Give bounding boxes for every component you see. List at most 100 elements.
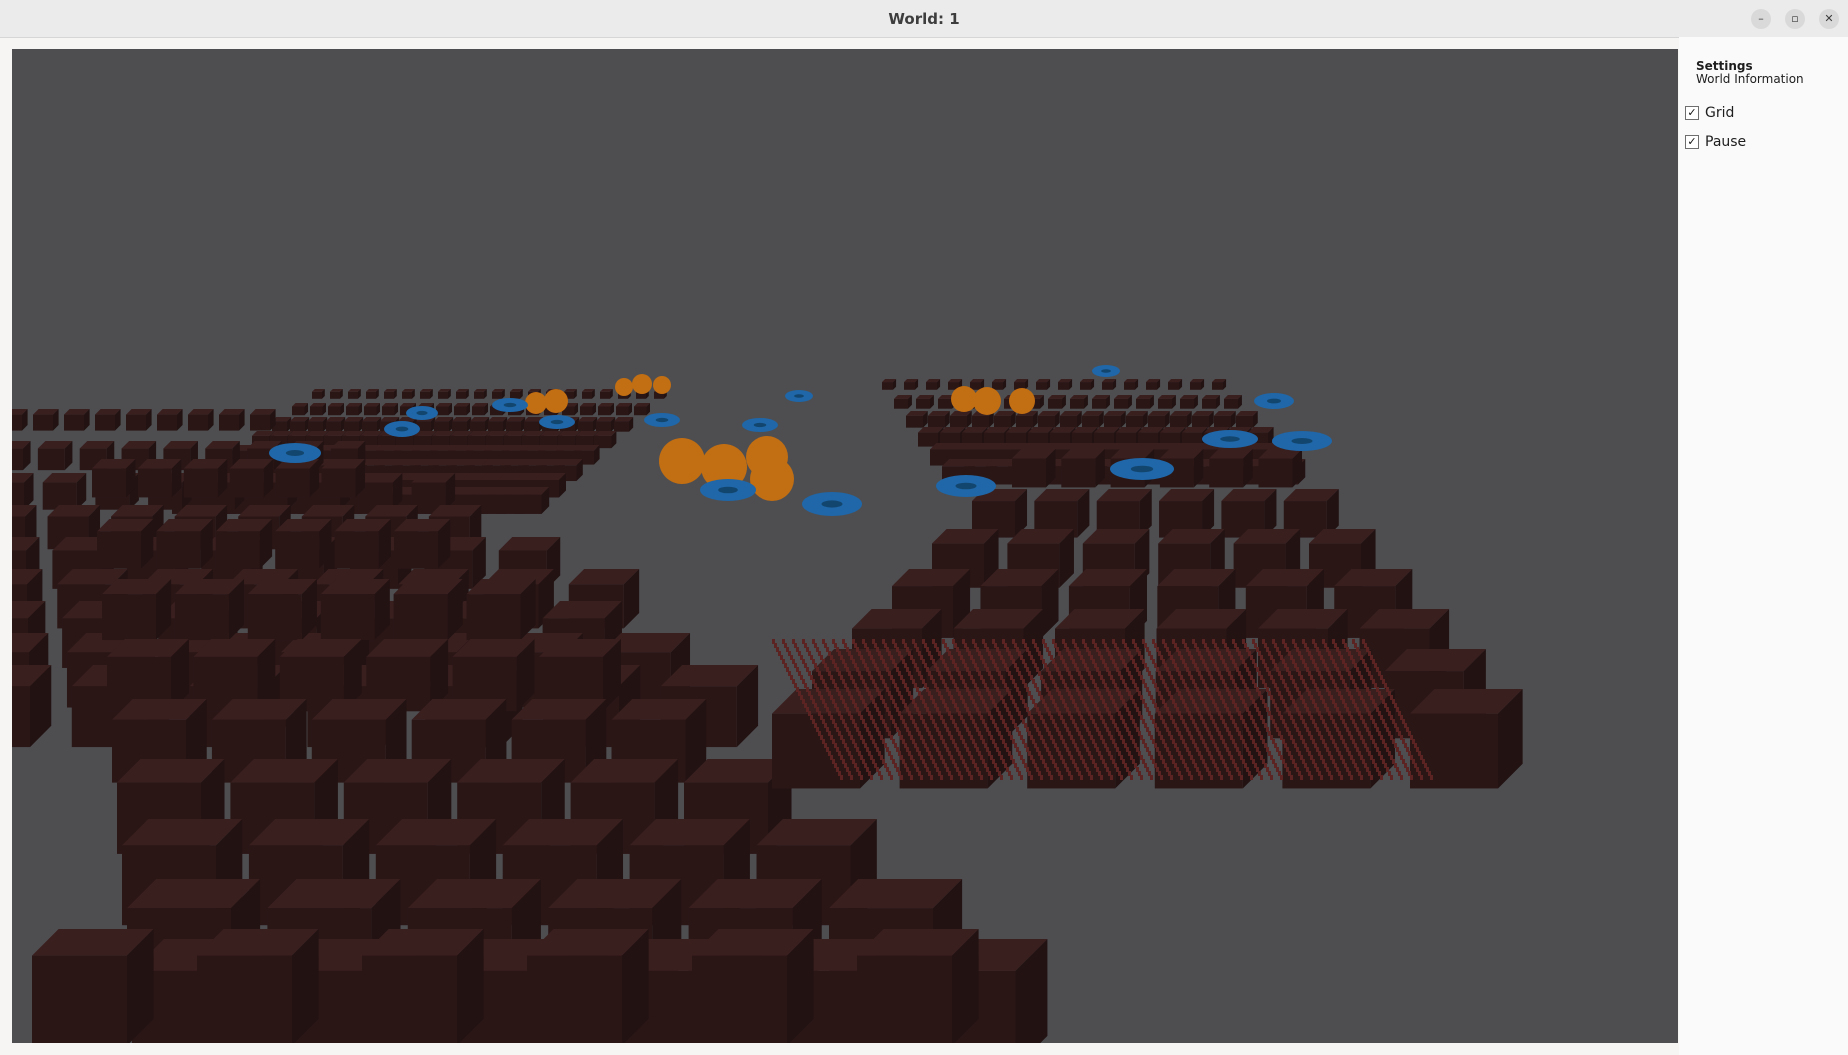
- grid-marker: [890, 775, 893, 780]
- block: [292, 406, 305, 416]
- grid-marker: [1080, 775, 1083, 780]
- orange-sphere: [973, 387, 1001, 415]
- blue-torus-hole: [503, 402, 517, 408]
- grid-marker: [1030, 775, 1033, 780]
- grid-marker: [1300, 775, 1303, 780]
- grid-marker: [1170, 775, 1173, 780]
- block: [1236, 415, 1253, 428]
- grid-marker: [990, 775, 993, 780]
- grid-marker: [960, 775, 963, 780]
- close-icon: ✕: [1824, 12, 1834, 25]
- block: [1192, 415, 1209, 428]
- block: [1190, 382, 1201, 390]
- block: [580, 406, 593, 416]
- close-button[interactable]: ✕: [1819, 9, 1839, 29]
- block: [466, 594, 521, 641]
- block: [188, 414, 208, 431]
- minimize-button[interactable]: –: [1751, 9, 1771, 29]
- block: [1036, 382, 1047, 390]
- app-window: World: 1 – ▫ ✕ Settings World Informatio…: [0, 0, 1848, 1055]
- blue-torus-hole: [285, 450, 305, 456]
- block: [326, 421, 341, 432]
- block: [1168, 382, 1179, 390]
- block: [1136, 398, 1150, 409]
- block: [382, 406, 395, 416]
- orange-sphere: [951, 386, 977, 412]
- block: [420, 391, 430, 399]
- block: [1070, 398, 1084, 409]
- block: [1058, 382, 1069, 390]
- block: [1060, 415, 1077, 428]
- grid-marker: [1370, 775, 1373, 780]
- block: [1092, 398, 1106, 409]
- grid-marker: [840, 775, 843, 780]
- block: [1170, 415, 1187, 428]
- block: [328, 406, 341, 416]
- block: [514, 494, 542, 514]
- grid-marker: [1290, 775, 1293, 780]
- grid-marker: [1060, 775, 1063, 780]
- grid-checkbox[interactable]: ✓: [1685, 106, 1699, 120]
- block: [434, 421, 449, 432]
- world-information-link[interactable]: World Information: [1696, 72, 1804, 86]
- block: [393, 594, 448, 641]
- block: [215, 531, 260, 569]
- grid-marker: [910, 775, 913, 780]
- title-bar[interactable]: World: 1 – ▫ ✕: [0, 0, 1848, 38]
- block: [972, 415, 989, 428]
- block: [95, 414, 115, 431]
- grid-marker: [1040, 775, 1043, 780]
- block: [156, 531, 201, 569]
- block: [275, 468, 310, 498]
- grid-marker: [1100, 775, 1103, 780]
- grid-marker: [1220, 775, 1223, 780]
- blue-torus-hole: [416, 410, 428, 416]
- blue-torus-hole: [550, 419, 564, 425]
- block: [320, 594, 375, 641]
- grid-marker: [850, 775, 853, 780]
- block: [275, 531, 320, 569]
- block: [250, 414, 270, 431]
- block: [600, 391, 610, 399]
- world-scene[interactable]: [12, 49, 1678, 1043]
- block: [472, 406, 485, 416]
- block: [492, 391, 502, 399]
- block: [1102, 382, 1113, 390]
- block: [348, 391, 358, 399]
- block: [1126, 415, 1143, 428]
- world-3d-viewport[interactable]: [12, 49, 1678, 1043]
- settings-heading: Settings: [1696, 59, 1753, 73]
- block: [346, 406, 359, 416]
- block: [1258, 458, 1293, 488]
- blue-torus-hole: [794, 394, 804, 398]
- orange-sphere: [525, 392, 547, 414]
- grid-toggle[interactable]: ✓ Grid: [1685, 104, 1734, 122]
- block: [312, 391, 322, 399]
- block: [330, 391, 340, 399]
- block: [384, 391, 394, 399]
- grid-marker: [1320, 775, 1323, 780]
- grid-marker: [1250, 775, 1253, 780]
- block: [454, 406, 467, 416]
- block: [916, 398, 930, 409]
- grid-marker: [1210, 775, 1213, 780]
- grid-marker: [1120, 775, 1123, 780]
- pause-toggle[interactable]: ✓ Pause: [1685, 133, 1746, 151]
- block: [344, 421, 359, 432]
- block: [12, 686, 30, 748]
- orange-sphere: [632, 374, 652, 394]
- grid-marker: [970, 775, 973, 780]
- grid-marker: [1400, 775, 1403, 780]
- block: [1038, 415, 1055, 428]
- grid-marker: [1330, 775, 1333, 780]
- grid-marker: [1180, 775, 1183, 780]
- block: [97, 531, 141, 569]
- block: [229, 468, 264, 498]
- grid-marker: [1410, 775, 1413, 780]
- block: [33, 414, 53, 431]
- block: [857, 955, 952, 1043]
- block: [510, 391, 520, 399]
- maximize-button[interactable]: ▫: [1785, 9, 1805, 29]
- pause-checkbox[interactable]: ✓: [1685, 135, 1699, 149]
- block: [470, 421, 485, 432]
